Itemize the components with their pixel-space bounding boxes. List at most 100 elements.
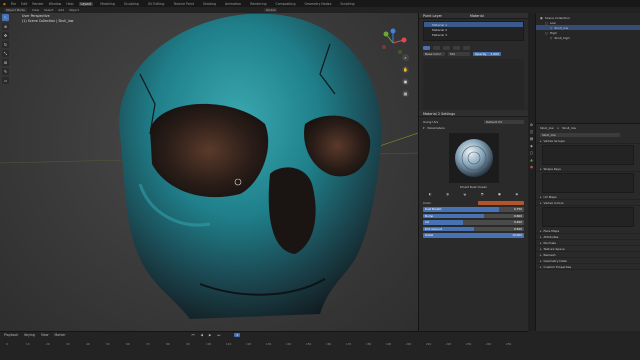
rotate-tool-icon[interactable]: ↻	[2, 41, 9, 48]
color-swatch[interactable]	[478, 201, 524, 205]
menu-timeline-view[interactable]: View	[41, 333, 49, 337]
pan-hand-icon[interactable]: ✋	[402, 66, 409, 73]
menu-help[interactable]: Help	[66, 2, 73, 6]
workspace-tab-animation[interactable]: Animation	[223, 2, 243, 6]
layer-stack-area	[423, 59, 524, 109]
tool-shelf: ↖ ⊕ ✥ ↻ ⤡ ⊞ ✎ ▱	[2, 14, 10, 84]
mesh-data-tab-icon[interactable]: ▲	[530, 158, 533, 162]
parameter-slider[interactable]: Rust Breath 0.750	[423, 207, 524, 212]
material-slot[interactable]: Material 3	[424, 32, 523, 37]
blend-mode-dropdown[interactable]: Mix	[448, 52, 470, 56]
menu-render[interactable]: Render	[32, 2, 43, 6]
mask-layer-icon[interactable]	[443, 46, 450, 50]
timeline-tick-label: 230	[466, 342, 472, 346]
workspace-tab-shading[interactable]: Shading	[201, 2, 218, 6]
workspace-tab-geometry-nodes[interactable]: Geometry Nodes	[302, 2, 333, 6]
workspace-tab-scripting[interactable]: Scripting	[338, 2, 356, 6]
parameter-slider[interactable]: AO 0.400	[423, 220, 524, 225]
measure-tool-icon[interactable]: ▱	[2, 77, 9, 84]
brush-preset-icon[interactable]: ◑	[446, 192, 449, 196]
parameter-slider[interactable]: Detail 10.000	[423, 233, 524, 238]
annotate-tool-icon[interactable]: ✎	[2, 68, 9, 75]
timeline-tick-label: 120	[246, 342, 252, 346]
render-tab-icon[interactable]: ◫	[530, 130, 533, 134]
parameter-slider[interactable]: Bump 0.600	[423, 213, 524, 218]
timeline-tick-label: 90	[186, 342, 190, 346]
mode-dropdown[interactable]: Object Mode	[4, 8, 27, 12]
play-reverse-icon[interactable]: ◀	[200, 333, 202, 337]
cursor-tool-icon[interactable]: ↖	[2, 14, 9, 21]
brush-preset-icon[interactable]: ◒	[464, 192, 467, 196]
folder-layer-icon[interactable]	[453, 46, 460, 50]
material-preview[interactable]	[448, 133, 499, 183]
workspace-tab-texture-paint[interactable]: Texture Paint	[171, 2, 196, 6]
brush-preset-icon[interactable]: ◉	[515, 192, 518, 196]
section-vertex-colors[interactable]: Vertex Colors	[536, 200, 640, 206]
filter-layer-icon[interactable]	[463, 46, 470, 50]
output-tab-icon[interactable]: ▤	[530, 137, 533, 141]
workspace-tab-layout[interactable]: Layout	[78, 1, 94, 6]
outliner-item[interactable]: ▽ Skull_high	[536, 35, 640, 40]
opacity-field[interactable]: Opacity 1.000	[473, 52, 501, 56]
perspective-toggle-icon[interactable]: ▦	[402, 90, 409, 97]
workspace-tab-rendering[interactable]: Rendering	[248, 2, 268, 6]
menu-view[interactable]: View	[32, 8, 39, 12]
parameters-header[interactable]: ▾ Parameters	[419, 125, 528, 131]
object-tab-icon[interactable]: ▢	[530, 151, 533, 155]
outliner-list: ▣ Scene Collection ▢ Low ▽ Skull_low ▢ High ▽ Sku…	[536, 13, 640, 40]
brush-preset-icon[interactable]: ◐	[429, 192, 432, 196]
menu-playback[interactable]: Playback	[4, 333, 18, 337]
current-frame-field[interactable]: 1	[234, 333, 241, 337]
workspace-tab-sculpting[interactable]: Sculpting	[122, 2, 141, 6]
parameter-slider[interactable]: Dirt amount 0.500	[423, 226, 524, 231]
blend-row: Base Color Mix Opacity 1.000	[419, 51, 528, 57]
menu-file[interactable]: File	[11, 2, 16, 6]
viewport-nav-buttons: ⌕ ✋ ▣ ▦	[402, 54, 409, 97]
mesh-datablock-field[interactable]: Skull_low	[540, 132, 620, 137]
shape-keys-list[interactable]	[542, 173, 634, 193]
zoom-icon[interactable]: ⌕	[402, 54, 409, 61]
brush-preset-icon[interactable]: ◓	[481, 192, 484, 196]
section-shape-keys[interactable]: Shape Keys	[536, 166, 640, 172]
parameters-label: Parameters	[427, 126, 445, 130]
camera-view-icon[interactable]: ▣	[402, 78, 409, 85]
orientation-dropdown[interactable]: Global	[263, 8, 278, 12]
scene-tab-icon[interactable]: ◈	[530, 144, 533, 148]
menu-marker[interactable]: Marker	[55, 333, 66, 337]
jump-start-icon[interactable]: ⏮	[192, 333, 195, 337]
section-vertex-groups[interactable]: Vertex Groups	[536, 138, 640, 144]
vertex-colors-list[interactable]	[542, 207, 634, 227]
skull-model[interactable]	[80, 14, 410, 330]
vertex-groups-list[interactable]	[542, 145, 634, 165]
jump-end-icon[interactable]: ⏭	[217, 333, 220, 337]
menu-window[interactable]: Window	[49, 2, 62, 6]
scale-tool-icon[interactable]: ⤡	[2, 50, 9, 57]
play-icon[interactable]: ▶	[209, 333, 211, 337]
tool-tab-icon[interactable]: ⚙	[530, 123, 533, 127]
menu-keying[interactable]: Keying	[24, 333, 35, 337]
timeline-tick-label: 140	[286, 342, 292, 346]
transform-tool-icon[interactable]: ⊞	[2, 59, 9, 66]
move-tool-icon[interactable]: ✥	[2, 32, 9, 39]
menu-add[interactable]: Add	[58, 8, 64, 12]
uv-map-dropdown[interactable]: Default UV	[484, 120, 524, 124]
menu-object[interactable]: Object	[69, 8, 79, 12]
timeline-tick-label: 100	[206, 342, 212, 346]
brush-preset-icon[interactable]: ●	[498, 192, 501, 196]
material-layer-panel: Point Layer Material Material 1 Material…	[418, 13, 528, 331]
workspace-tab-modeling[interactable]: Modeling	[98, 2, 117, 6]
timeline-ruler[interactable]: 0 10 20 30 40 50 60 70 80 90 100 110 120 130 140 150 160…	[0, 342, 528, 347]
blender-logo-icon[interactable]: ◉	[3, 2, 6, 6]
workspace-tab-compositing[interactable]: Compositing	[274, 2, 298, 6]
panel-header-title: Point Layer	[423, 13, 442, 18]
menu-edit[interactable]: Edit	[21, 2, 27, 6]
material-tab-icon[interactable]: ●	[530, 165, 533, 169]
material-settings-header[interactable]: Material 2 Settings	[419, 111, 528, 117]
cursor-3d-icon[interactable]: ⊕	[2, 23, 9, 30]
workspace-tab-uv-editing[interactable]: UV Editing	[146, 2, 167, 6]
paint-layer-icon[interactable]	[423, 46, 430, 50]
base-color-channel[interactable]: Base Color	[423, 52, 445, 56]
fill-layer-icon[interactable]	[433, 46, 440, 50]
section-custom-properties[interactable]: Custom Properties	[536, 264, 640, 270]
menu-select[interactable]: Select	[44, 8, 53, 12]
